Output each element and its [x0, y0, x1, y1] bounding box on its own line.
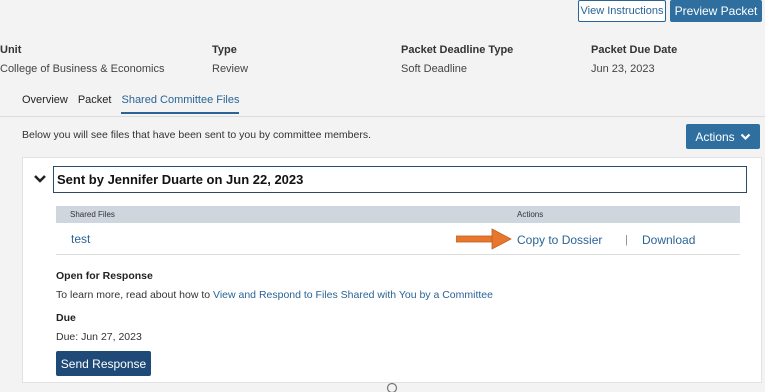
- unit-label: Unit: [0, 44, 22, 56]
- type-value: Review: [212, 63, 249, 75]
- type-field: Type Review: [212, 44, 248, 75]
- top-bar: View Instructions Preview Packet: [0, 0, 765, 28]
- cursor-icon: [386, 382, 398, 392]
- download-link[interactable]: Download: [642, 233, 695, 247]
- help-article-link[interactable]: View and Respond to Files Shared with Yo…: [213, 289, 493, 301]
- unit-field: Unit College of Business & Economics: [0, 44, 164, 75]
- send-response-button[interactable]: Send Response: [56, 351, 151, 376]
- actions-button[interactable]: Actions: [686, 124, 760, 149]
- table-row: test Copy to Dossier | Download: [56, 224, 740, 255]
- arrow-right-icon: [456, 228, 512, 250]
- file-name-link[interactable]: test: [71, 232, 90, 246]
- preview-packet-button[interactable]: Preview Packet: [670, 0, 762, 22]
- files-table-header: Shared Files Actions: [56, 206, 740, 223]
- actions-label: Actions: [695, 129, 735, 144]
- packet-meta: Unit College of Business & Economics Typ…: [0, 44, 765, 80]
- copy-to-dossier-link[interactable]: Copy to Dossier: [517, 233, 602, 247]
- shared-files-panel: Sent by Jennifer Duarte on Jun 22, 2023 …: [22, 157, 762, 383]
- due-date-value: Jun 23, 2023: [591, 63, 655, 75]
- link-separator: |: [625, 234, 628, 246]
- tab-packet[interactable]: Packet: [78, 94, 112, 114]
- due-date-label: Packet Due Date: [591, 44, 678, 56]
- tab-divider: [0, 116, 765, 117]
- type-label: Type: [212, 44, 237, 56]
- view-instructions-button[interactable]: View Instructions: [578, 0, 666, 22]
- tab-overview[interactable]: Overview: [22, 94, 68, 114]
- deadline-type-value: Soft Deadline: [401, 63, 468, 75]
- learn-more-prefix: To learn more, read about how to: [56, 289, 214, 301]
- sent-by-heading[interactable]: Sent by Jennifer Duarte on Jun 22, 2023: [53, 166, 747, 193]
- tab-shared-committee-files[interactable]: Shared Committee Files: [121, 94, 240, 114]
- unit-value: College of Business & Economics: [0, 63, 165, 75]
- open-for-response-label: Open for Response: [56, 270, 153, 282]
- intro-text: Below you will see files that have been …: [22, 129, 372, 141]
- due-value: Due: Jun 27, 2023: [56, 331, 142, 343]
- deadline-type-field: Packet Deadline Type Soft Deadline: [401, 44, 513, 75]
- chevron-down-icon: [740, 133, 750, 140]
- learn-more-text: To learn more, read about how to View an…: [56, 289, 493, 301]
- deadline-type-label: Packet Deadline Type: [401, 44, 514, 56]
- chevron-down-icon[interactable]: [33, 172, 47, 186]
- actions-column-header: Actions: [517, 210, 544, 219]
- tab-bar: Overview Packet Shared Committee Files: [22, 94, 240, 114]
- due-label: Due: [56, 312, 76, 324]
- shared-files-column-header: Shared Files: [70, 210, 115, 219]
- due-date-field: Packet Due Date Jun 23, 2023: [591, 44, 677, 75]
